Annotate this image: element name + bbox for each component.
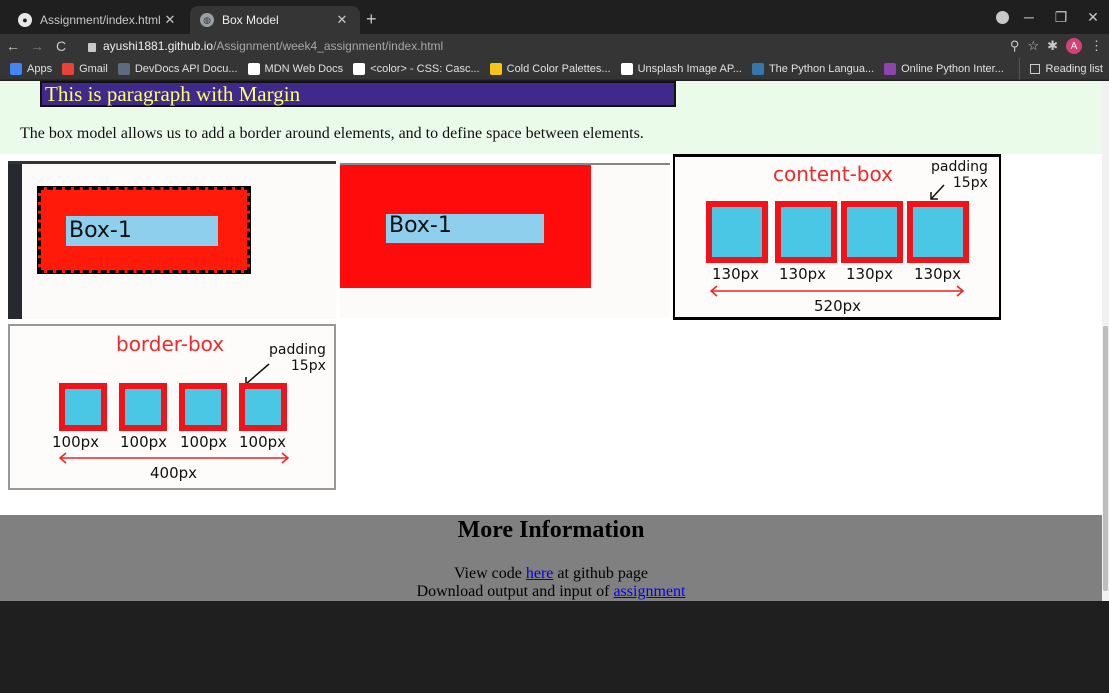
size-label: 130px xyxy=(914,265,962,283)
bookmark-devdocs[interactable]: DevDocs API Docu... xyxy=(117,62,238,75)
content-box-square xyxy=(907,201,969,263)
page-scrollbar[interactable] xyxy=(1102,81,1109,601)
gmail-icon xyxy=(62,62,75,75)
tab-box-model[interactable]: ◍ Box Model ✕ xyxy=(190,6,360,34)
box-model-section: This is paragraph with Margin The box mo… xyxy=(0,81,1102,154)
page-viewport: This is paragraph with Margin The box mo… xyxy=(0,81,1109,601)
close-window-icon[interactable]: ✕ xyxy=(1077,9,1109,26)
bookmark-unsplash[interactable]: Unsplash Image AP... xyxy=(620,62,742,75)
image-dark-edge xyxy=(8,164,22,319)
mdn-icon xyxy=(353,62,366,75)
total-width-label: 520px xyxy=(814,297,862,315)
lock-icon xyxy=(88,42,96,52)
close-tab-icon[interactable]: ✕ xyxy=(334,12,350,28)
chrome-profile-icon[interactable] xyxy=(996,11,1009,24)
globe-icon: ◍ xyxy=(200,13,214,27)
assignment-link[interactable]: assignment xyxy=(613,583,685,600)
reload-icon[interactable]: C xyxy=(50,38,72,54)
address-bar[interactable]: ayushi1881.github.io/Assignment/week4_as… xyxy=(88,36,1048,56)
border-box-square xyxy=(179,383,227,431)
bookmark-star-icon[interactable]: ☆ xyxy=(1027,38,1039,54)
more-info-heading: More Information xyxy=(457,517,645,543)
padding-arrow-icon xyxy=(930,184,945,200)
box-image-margin: Box-1 xyxy=(340,163,670,318)
bookmark-gmail[interactable]: Gmail xyxy=(62,62,108,75)
padding-label: padding 15px xyxy=(269,342,326,374)
bookmark-apps[interactable]: Apps xyxy=(10,62,52,75)
box-label: Box-1 xyxy=(386,214,544,243)
diagram-title: content-box xyxy=(773,162,893,186)
url-host: ayushi1881.github.io xyxy=(103,39,214,53)
palette-icon xyxy=(489,62,502,75)
python-interpreter-icon xyxy=(884,62,897,75)
size-label: 100px xyxy=(52,433,100,451)
border-box-square xyxy=(59,383,107,431)
box-model-description: The box model allows us to add a border … xyxy=(20,125,644,142)
bookmark-css-color[interactable]: <color> - CSS: Casc... xyxy=(353,62,480,75)
view-code-line: View code here at github page xyxy=(453,565,649,582)
size-label: 100px xyxy=(239,433,287,451)
tab-title: Box Model xyxy=(222,13,279,27)
apps-grid-icon xyxy=(10,62,22,75)
red-box: Box-1 xyxy=(37,186,251,274)
tab-strip: ● Assignment/index.html at main · ✕ ◍ Bo… xyxy=(0,0,1109,34)
close-tab-icon[interactable]: ✕ xyxy=(162,12,178,28)
width-arrow-icon xyxy=(709,285,965,297)
size-label: 100px xyxy=(180,433,228,451)
toolbar-actions: ⚲ ☆ ✱ A ⋮ xyxy=(1010,34,1103,58)
content-box-square xyxy=(775,201,837,263)
scrollbar-thumb[interactable] xyxy=(1103,326,1108,591)
download-line: Download output and input of assignment xyxy=(416,583,686,600)
margin-paragraph: This is paragraph with Margin xyxy=(40,81,676,107)
red-box: Box-1 xyxy=(340,165,591,288)
size-label: 130px xyxy=(712,265,760,283)
bookmarks-bar: Apps Gmail DevDocs API Docu... MDN Web D… xyxy=(0,58,1109,80)
forward-icon[interactable]: → xyxy=(26,38,48,54)
reading-list-icon xyxy=(1029,64,1040,74)
extensions-puzzle-icon[interactable]: ✱ xyxy=(1047,38,1058,54)
bookmark-python[interactable]: The Python Langua... xyxy=(751,62,874,75)
zoom-search-icon[interactable]: ⚲ xyxy=(1010,38,1020,54)
box-label: Box-1 xyxy=(66,216,218,246)
size-label: 130px xyxy=(846,265,894,283)
content-box-square xyxy=(706,201,768,263)
total-width-label: 400px xyxy=(150,464,198,482)
size-label: 130px xyxy=(779,265,827,283)
menu-kebab-icon[interactable]: ⋮ xyxy=(1090,38,1103,54)
unsplash-icon xyxy=(620,62,633,75)
bookmark-mdn[interactable]: MDN Web Docs xyxy=(247,62,343,75)
border-box-square xyxy=(239,383,287,431)
tab-title: Assignment/index.html at main · xyxy=(40,13,162,27)
python-icon xyxy=(751,62,764,75)
dark-lower-area xyxy=(0,601,1109,693)
new-tab-button[interactable]: + xyxy=(366,9,377,30)
content-box-diagram: content-box padding 15px 130px 130px 130… xyxy=(673,154,1001,320)
diagram-title: border-box xyxy=(116,332,225,356)
reading-list-button[interactable]: Reading list xyxy=(1018,58,1103,80)
avatar[interactable]: A xyxy=(1066,38,1082,54)
width-arrow-icon xyxy=(58,452,290,464)
border-box-square xyxy=(119,383,167,431)
minimize-icon[interactable]: ─ xyxy=(1013,9,1045,25)
browser-toolbar: ← → C ayushi1881.github.io/Assignment/we… xyxy=(0,34,1109,58)
github-icon: ● xyxy=(18,13,32,27)
bookmark-cold-palettes[interactable]: Cold Color Palettes... xyxy=(489,62,611,75)
more-information-section: More Information View code here at githu… xyxy=(0,515,1102,601)
back-icon[interactable]: ← xyxy=(2,38,24,54)
border-box-diagram: border-box padding 15px 100px 100px 100p… xyxy=(8,324,336,490)
box-image-dashed-border: Box-1 xyxy=(8,161,336,319)
tab-github-assignment[interactable]: ● Assignment/index.html at main · ✕ xyxy=(8,6,188,34)
window-controls: ─ ❐ ✕ xyxy=(1013,0,1109,34)
mdn-icon xyxy=(247,62,260,75)
devdocs-icon xyxy=(117,62,130,75)
size-label: 100px xyxy=(120,433,168,451)
content-box-square xyxy=(841,201,903,263)
url-path: /Assignment/week4_assignment/index.html xyxy=(213,39,444,53)
bookmark-python-interpreter[interactable]: Online Python Inter... xyxy=(884,62,1004,75)
here-link[interactable]: here xyxy=(526,565,554,582)
restore-icon[interactable]: ❐ xyxy=(1045,9,1077,26)
